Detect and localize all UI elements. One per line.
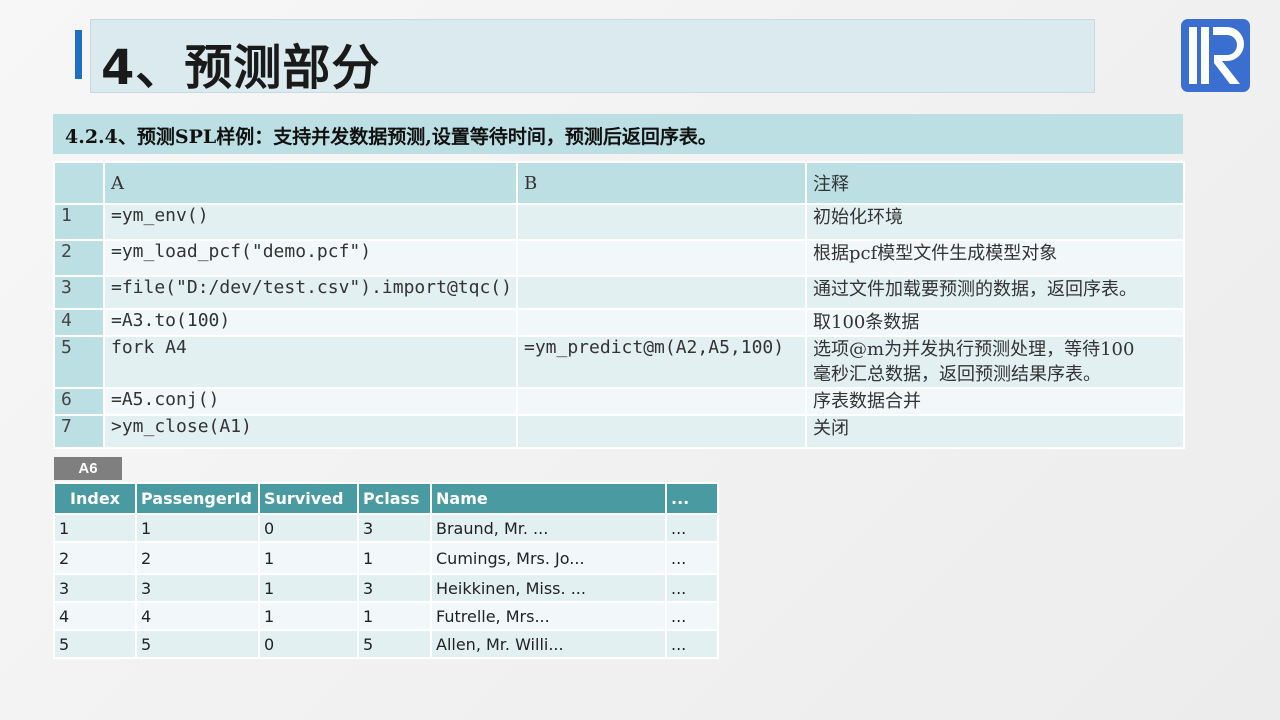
row-number: 5 [53, 335, 105, 389]
cell-name: Braund, Mr. ... [430, 513, 667, 543]
spl-row: 4 =A3.to(100) 取100条数据 [53, 308, 1185, 337]
cell-note: 通过文件加载要预测的数据，返回序表。 [805, 275, 1185, 310]
cell-survived: 1 [258, 601, 359, 631]
row-number: 1 [53, 203, 105, 241]
cell-more: ... [665, 573, 719, 603]
cell-a[interactable]: fork A4 [103, 335, 518, 389]
cell-a[interactable]: =file("D:/dev/test.csv").import@tqc() [103, 275, 518, 310]
table-row: 2 2 1 1 Cumings, Mrs. Jo... ... [53, 541, 719, 575]
spl-row: 7 >ym_close(A1) 关闭 [53, 414, 1185, 449]
section-subtitle: 4.2.4、预测SPL样例：支持并发数据预测,设置等待时间，预测后返回序表。 [65, 126, 717, 148]
cell-name: Futrelle, Mrs... [430, 601, 667, 631]
raqsoft-r-logo-icon [1181, 19, 1250, 92]
cell-note: 序表数据合并 [805, 387, 1185, 416]
col-header-name: Name [430, 482, 667, 515]
cell-note: 选项@m为并发执行预测处理，等待100 毫秒汇总数据，返回预测结果序表。 [805, 335, 1185, 389]
note-line-2: 毫秒汇总数据，返回预测结果序表。 [813, 364, 1101, 385]
table-row: 3 3 1 3 Heikkinen, Miss. ... ... [53, 573, 719, 603]
cell-pclass: 5 [357, 629, 432, 659]
cell-b[interactable] [516, 308, 807, 337]
cell-note: 初始化环境 [805, 203, 1185, 241]
row-number: 2 [53, 239, 105, 277]
cell-index: 3 [53, 573, 137, 603]
spl-row: 2 =ym_load_pcf("demo.pcf") 根据pcf模型文件生成模型… [53, 239, 1185, 277]
row-number: 6 [53, 387, 105, 416]
cell-pclass: 3 [357, 573, 432, 603]
cell-survived: 1 [258, 573, 359, 603]
col-header-survived: Survived [258, 482, 359, 515]
cell-note: 根据pcf模型文件生成模型对象 [805, 239, 1185, 277]
note-line-1: 选项@m为并发执行预测处理，等待100 [813, 339, 1135, 360]
section-subtitle-bar: 4.2.4、预测SPL样例：支持并发数据预测,设置等待时间，预测后返回序表。 [53, 114, 1183, 154]
cell-a[interactable]: =ym_load_pcf("demo.pcf") [103, 239, 518, 277]
col-header-more: ... [665, 482, 719, 515]
row-number: 4 [53, 308, 105, 337]
cell-b[interactable] [516, 387, 807, 416]
cell-pclass: 3 [357, 513, 432, 543]
title-accent-bar [75, 30, 82, 79]
col-header-passengerid: PassengerId [135, 482, 260, 515]
cell-survived: 0 [258, 513, 359, 543]
cell-note: 关闭 [805, 414, 1185, 449]
cell-name: Allen, Mr. Willi... [430, 629, 667, 659]
cell-passengerid: 2 [135, 541, 260, 575]
cell-b[interactable] [516, 203, 807, 241]
title-box: 4、预测部分 [90, 19, 1095, 96]
cell-b[interactable] [516, 275, 807, 310]
cell-passengerid: 4 [135, 601, 260, 631]
cell-b[interactable]: =ym_predict@m(A2,A5,100) [516, 335, 807, 389]
result-table: Index PassengerId Survived Pclass Name .… [53, 482, 719, 659]
result-cell-label: A6 [54, 457, 122, 480]
cell-name: Cumings, Mrs. Jo... [430, 541, 667, 575]
table-row: 1 1 0 3 Braund, Mr. ... ... [53, 513, 719, 543]
cell-more: ... [665, 513, 719, 543]
cell-more: ... [665, 541, 719, 575]
spl-row: 5 fork A4 =ym_predict@m(A2,A5,100) 选项@m为… [53, 335, 1185, 389]
cell-a[interactable]: =A5.conj() [103, 387, 518, 416]
cell-index: 2 [53, 541, 137, 575]
cell-index: 1 [53, 513, 137, 543]
cell-passengerid: 3 [135, 573, 260, 603]
cell-survived: 1 [258, 541, 359, 575]
col-header-index: Index [53, 482, 137, 515]
row-number: 3 [53, 275, 105, 310]
cell-note: 取100条数据 [805, 308, 1185, 337]
col-header-pclass: Pclass [357, 482, 432, 515]
table-row: 5 5 0 5 Allen, Mr. Willi... ... [53, 629, 719, 659]
spl-row: 6 =A5.conj() 序表数据合并 [53, 387, 1185, 416]
spl-header-row: A B 注释 [53, 161, 1185, 205]
cell-pclass: 1 [357, 541, 432, 575]
cell-index: 4 [53, 601, 137, 631]
page-title: 4、预测部分 [101, 40, 381, 96]
cell-passengerid: 1 [135, 513, 260, 543]
cell-survived: 0 [258, 629, 359, 659]
table-row: 4 4 1 1 Futrelle, Mrs... ... [53, 601, 719, 631]
cell-a[interactable]: =A3.to(100) [103, 308, 518, 337]
cell-name: Heikkinen, Miss. ... [430, 573, 667, 603]
cell-more: ... [665, 629, 719, 659]
cell-index: 5 [53, 629, 137, 659]
spl-row: 3 =file("D:/dev/test.csv").import@tqc() … [53, 275, 1185, 310]
spl-row: 1 =ym_env() 初始化环境 [53, 203, 1185, 241]
spl-header-corner [53, 161, 105, 205]
cell-b[interactable] [516, 414, 807, 449]
cell-a[interactable]: =ym_env() [103, 203, 518, 241]
cell-more: ... [665, 601, 719, 631]
cell-pclass: 1 [357, 601, 432, 631]
result-header-row: Index PassengerId Survived Pclass Name .… [53, 482, 719, 515]
spl-header-col-a: A [103, 161, 518, 205]
row-number: 7 [53, 414, 105, 449]
cell-a[interactable]: >ym_close(A1) [103, 414, 518, 449]
cell-passengerid: 5 [135, 629, 260, 659]
cell-b[interactable] [516, 239, 807, 277]
spl-header-col-note: 注释 [805, 161, 1185, 205]
spl-code-table: A B 注释 1 =ym_env() 初始化环境 2 =ym_load_pcf(… [53, 161, 1185, 449]
spl-header-col-b: B [516, 161, 807, 205]
